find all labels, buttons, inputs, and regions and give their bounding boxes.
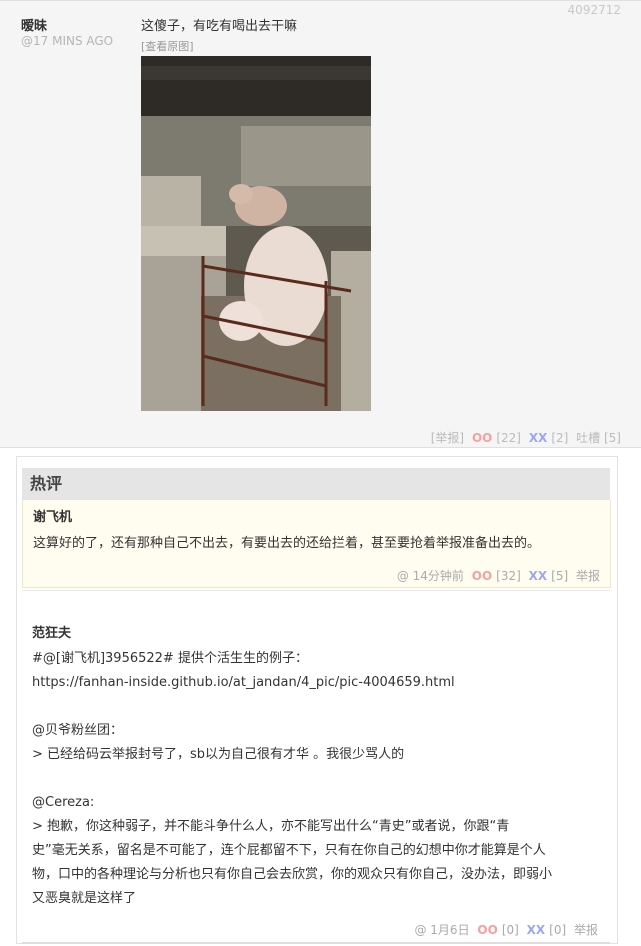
view-original-link[interactable]: [查看原图] <box>141 38 194 54</box>
xx-count: [0] <box>549 923 567 937</box>
post-content: 这傻子，有吃有喝出去干嘛 <box>141 19 298 34</box>
post-actions: [举报] OO [22] XX [2] 吐槽 [5] <box>427 429 621 446</box>
comment-line: 史”毫无关系，留名是不可能了，连个屁都留不下，只有在你自己的幻想中你才能算是个人 <box>32 843 546 858</box>
report-link[interactable]: 举报 <box>576 569 600 583</box>
oo-count: [32] <box>496 569 521 583</box>
comment-line: 物，口中的各种理论与分析也只有你自己会去欣赏，你的观众只有你自己，没办法，即弱小 <box>32 867 553 882</box>
post-time: @17 MINS AGO <box>21 34 114 48</box>
report-link[interactable]: [举报] <box>431 431 464 445</box>
oo-button[interactable]: OO <box>472 569 492 583</box>
hot-comment-meta: @ 14分钟前 OO [32] XX [5] 举报 <box>393 567 600 584</box>
report-link[interactable]: 举报 <box>574 923 598 937</box>
comment-line: @Cereza: <box>32 795 95 810</box>
comment-time: @ 1月6日 <box>414 923 470 937</box>
comment-meta: @ 1月6日 OO [0] XX [0] 举报 <box>410 921 598 938</box>
post-author: 暧昧 <box>21 19 48 34</box>
oo-button[interactable]: OO <box>477 923 497 937</box>
divider <box>22 942 610 944</box>
comment-line: > 已经给码云举报封号了，sb以为自己很有才华 。我很少骂人的 <box>32 747 405 762</box>
hot-comment-time: @ 14分钟前 <box>396 569 464 583</box>
post-id[interactable]: 4092712 <box>568 3 621 17</box>
comment-line: #@[谢飞机]3956522# 提供个活生生的例子： <box>32 651 308 666</box>
xx-button[interactable]: XX <box>529 569 548 583</box>
comment-line: > 抱歉，你这种弱子，并不能斗争什么人，亦不能写出什么“青史”或者说，你跟“青 <box>32 819 510 834</box>
xx-count: [5] <box>551 569 569 583</box>
hot-comment-author: 谢飞机 <box>33 510 73 525</box>
oo-count: [22] <box>496 431 521 445</box>
xx-count: [2] <box>551 431 569 445</box>
hot-comments-header: 热评 <box>22 468 610 500</box>
comment-author: 范狂夫 <box>32 626 72 641</box>
hot-comment: 谢飞机 这算好的了，还有那种自己不出去，有要出去的还给拦着，甚至要抢着举报准备出… <box>22 500 611 588</box>
comment-line: 又恶臭就是这样了 <box>32 891 137 906</box>
hot-comment-text: 这算好的了，还有那种自己不出去，有要出去的还给拦着，甚至要抢着举报准备出去的。 <box>33 536 541 551</box>
pigs-photo <box>141 56 371 411</box>
post-image[interactable] <box>141 56 371 411</box>
post-card: 4092712 暧昧 @17 MINS AGO 这傻子，有吃有喝出去干嘛 [查看… <box>0 0 641 448</box>
divider <box>22 590 610 591</box>
oo-button[interactable]: OO <box>472 431 492 445</box>
xx-button[interactable]: XX <box>529 431 548 445</box>
tucao-link[interactable]: 吐槽 [5] <box>576 431 621 445</box>
xx-button[interactable]: XX <box>527 923 546 937</box>
comment-link[interactable]: https://fanhan-inside.github.io/at_janda… <box>32 671 455 695</box>
comment-line: @贝爷粉丝团： <box>32 723 124 738</box>
oo-count: [0] <box>501 923 519 937</box>
